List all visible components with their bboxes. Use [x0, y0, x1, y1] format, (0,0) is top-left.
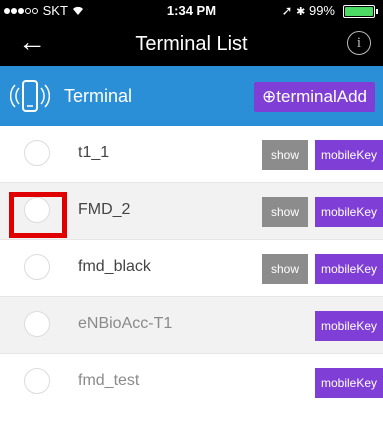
mobile-key-button[interactable]: mobileKey [315, 197, 383, 227]
terminal-row: fmd_test mobileKey [0, 354, 383, 410]
terminal-name: FMD_2 [78, 201, 131, 218]
select-radio[interactable] [24, 368, 50, 394]
status-right: ➚ ✱ 99% [282, 3, 335, 19]
select-radio[interactable] [24, 140, 50, 166]
battery-icon [343, 5, 378, 18]
mobile-phone-icon [9, 78, 51, 119]
select-radio[interactable] [24, 197, 50, 223]
terminal-section-label: Terminal [64, 86, 133, 106]
terminal-row: fmd_black show mobileKey [0, 240, 383, 297]
show-button[interactable]: show [262, 254, 308, 284]
bluetooth-icon: ✱ [296, 6, 306, 18]
page-title: Terminal List [135, 33, 248, 55]
select-radio[interactable] [24, 311, 50, 337]
terminal-row: eNBioAcc-T1 mobileKey [0, 297, 383, 354]
mobile-key-button[interactable]: mobileKey [315, 311, 383, 341]
select-radio[interactable] [24, 254, 50, 280]
mobile-key-button[interactable]: mobileKey [315, 254, 383, 284]
terminal-header: Terminal ⊕terminalAdd [0, 66, 383, 126]
terminal-row: FMD_2 show mobileKey [0, 183, 383, 240]
battery-percent: 99% [308, 3, 335, 18]
terminal-name: t1_1 [78, 144, 110, 161]
terminal-name: eNBioAcc-T1 [78, 315, 173, 332]
status-bar: SKT 1:34 PM ➚ ✱ 99% [0, 0, 383, 20]
mobile-key-button[interactable]: mobileKey [315, 140, 383, 170]
terminal-name: fmd_black [78, 258, 151, 275]
location-icon: ➚ [281, 3, 293, 18]
mobile-key-button[interactable]: mobileKey [315, 368, 383, 398]
terminal-add-button[interactable]: ⊕terminalAdd [254, 82, 375, 112]
navigation-bar: ← Terminal List i [0, 20, 383, 66]
terminal-row: t1_1 show mobileKey [0, 126, 383, 183]
terminal-name: fmd_test [78, 372, 140, 389]
show-button[interactable]: show [262, 140, 308, 170]
info-icon[interactable]: i [347, 31, 371, 55]
show-button[interactable]: show [262, 197, 308, 227]
